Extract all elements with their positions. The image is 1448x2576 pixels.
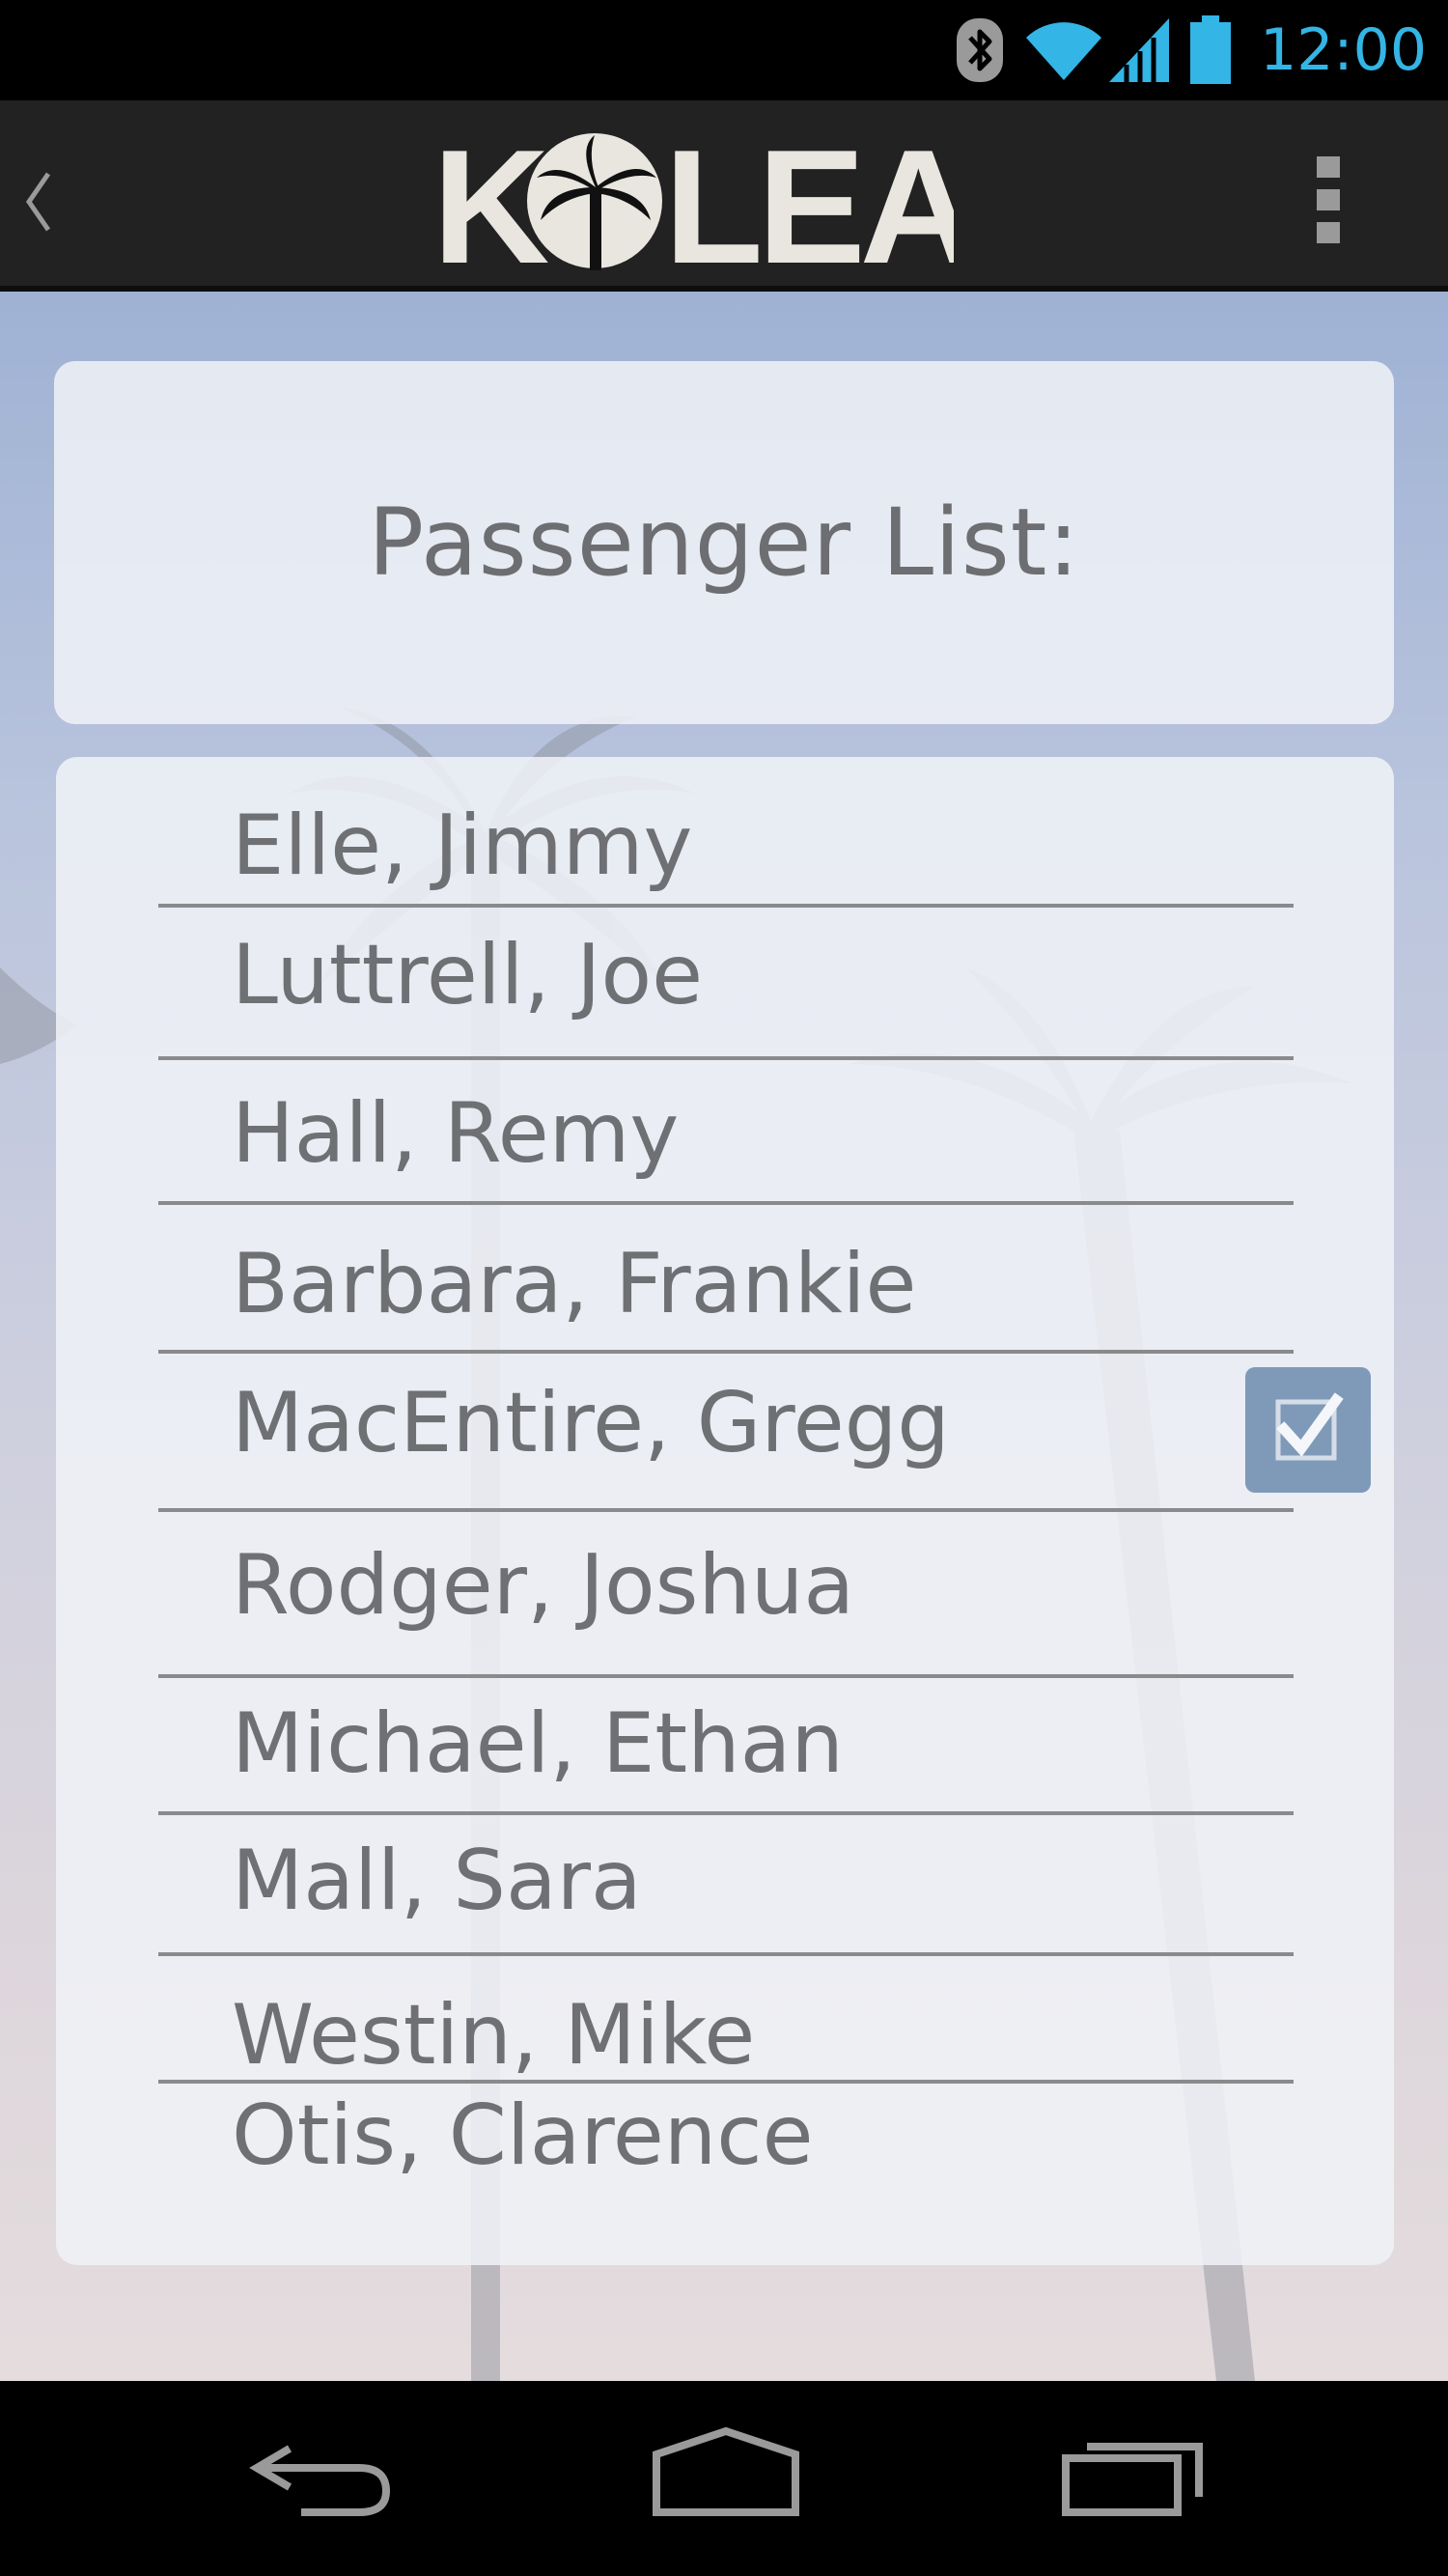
passenger-checkbox[interactable] [1245,1367,1371,1493]
kolea-logo: K LEA [432,120,954,274]
list-item[interactable]: Elle, Jimmy [158,798,1294,908]
list-item[interactable]: Luttrell, Joe [158,908,1294,1060]
passenger-name: Elle, Jimmy [232,798,693,894]
list-item[interactable]: Hall, Remy [158,1060,1294,1205]
list-item[interactable]: Rodger, Joshua [158,1512,1294,1678]
bluetooth-icon [957,18,1004,82]
svg-text:LEA: LEA [664,120,954,274]
passenger-name: Mall, Sara [232,1833,642,1929]
passenger-list: Elle, Jimmy Luttrell, Joe Hall, Remy Bar… [56,757,1394,2265]
passenger-name: Rodger, Joshua [232,1537,855,1634]
passenger-list-header: Passenger List: [54,361,1394,724]
cellular-signal-icon [1109,18,1170,82]
wifi-icon [1026,22,1102,80]
list-item[interactable]: Michael, Ethan [158,1678,1294,1815]
list-item[interactable]: Barbara, Frankie [158,1205,1294,1354]
list-item[interactable]: Otis, Clarence [158,2084,1294,2209]
passenger-name: Otis, Clarence [232,2087,814,2184]
passenger-name: Barbara, Frankie [232,1236,917,1332]
passenger-name: Westin, Mike [232,1987,756,2084]
recent-apps-icon[interactable] [1058,2420,1212,2526]
battery-icon [1190,15,1232,84]
list-item[interactable]: Westin, Mike [158,1956,1294,2084]
status-time: 12:00 [1260,16,1427,84]
overflow-menu-icon[interactable] [1309,151,1348,247]
list-item[interactable]: Mall, Sara [158,1815,1294,1956]
navigation-bar [0,2381,1448,2576]
back-nav-icon[interactable] [243,2420,398,2526]
home-nav-icon[interactable] [649,2420,803,2526]
status-icons: 12:00 [953,0,1448,100]
chevron-left-icon[interactable] [14,158,62,245]
checkmark-icon [1275,1392,1344,1461]
page-title: Passenger List: [368,489,1080,597]
list-item[interactable]: MacEntire, Gregg [158,1354,1371,1512]
passenger-name: Luttrell, Joe [232,927,704,1023]
passenger-name: MacEntire, Gregg [232,1375,950,1471]
status-bar: 12:00 [0,0,1448,100]
action-bar: K LEA [0,100,1448,292]
passenger-name: Michael, Ethan [232,1695,844,1792]
content-area: Passenger List: Elle, Jimmy Luttrell, Jo… [0,292,1448,2381]
passenger-name: Hall, Remy [232,1085,680,1182]
